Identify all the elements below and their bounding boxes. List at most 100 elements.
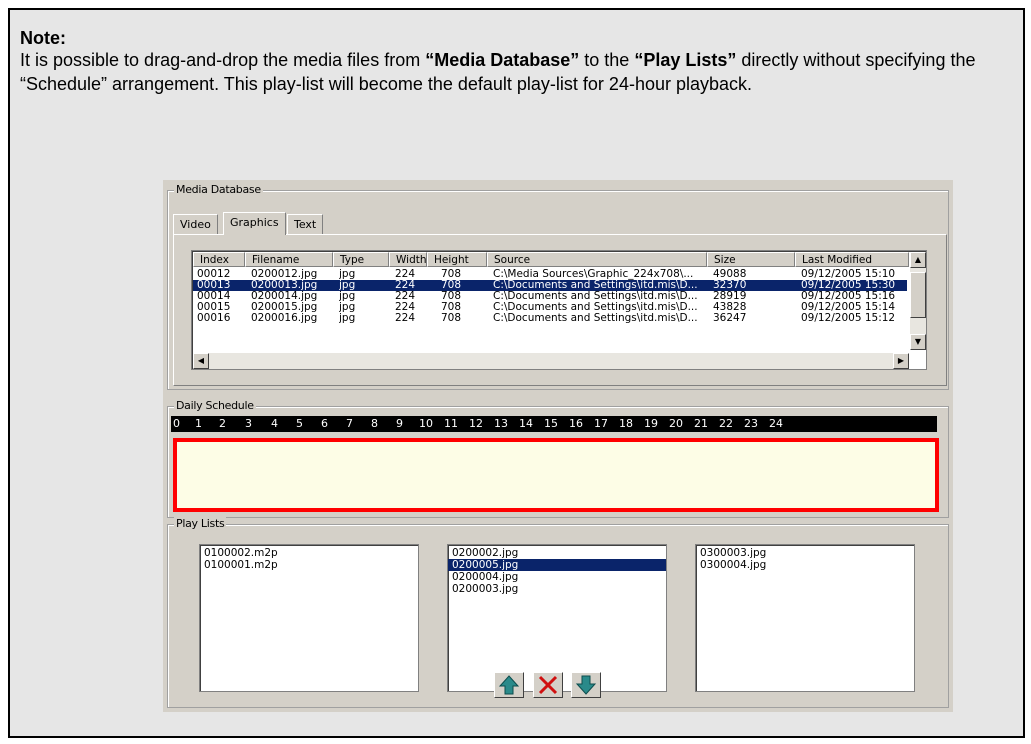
note-text-prefix: It is possible to drag-and-drop the medi… [20, 50, 426, 70]
cell-width: 224 [395, 302, 416, 313]
cell-size: 49088 [713, 269, 747, 280]
cell-source: C:\Documents and Settings\itd.mis\D... [493, 280, 698, 291]
cell-index: 00012 [197, 269, 231, 280]
play-lists-label: Play Lists [174, 517, 227, 530]
cell-filename: 0200014.jpg [251, 291, 318, 302]
play-list-graphics[interactable]: 0200002.jpg 0200005.jpg 0200004.jpg 0200… [447, 544, 667, 692]
cell-height: 708 [441, 313, 462, 324]
list-item[interactable]: 0200002.jpg [448, 547, 666, 559]
column-header-source[interactable]: Source [487, 252, 707, 267]
cell-size: 36247 [713, 313, 747, 324]
hour-label: 9 [396, 417, 403, 430]
hour-label: 8 [371, 417, 378, 430]
daily-schedule-label: Daily Schedule [174, 399, 256, 412]
column-header-width[interactable]: Width [389, 252, 427, 267]
list-item[interactable]: 0100002.m2p [200, 547, 418, 559]
delete-button[interactable] [533, 672, 563, 698]
hour-label: 21 [694, 417, 708, 430]
table-row[interactable]: 00015 0200015.jpg jpg 224 708 C:\Documen… [193, 302, 907, 313]
hour-label: 23 [744, 417, 758, 430]
cell-width: 224 [395, 269, 416, 280]
move-down-button[interactable] [571, 672, 601, 698]
scroll-thumb[interactable] [910, 272, 926, 318]
schedule-drop-area[interactable] [173, 438, 939, 512]
delete-x-icon [538, 675, 558, 695]
note-text-mid: to the [579, 50, 635, 70]
table-row[interactable]: 00014 0200014.jpg jpg 224 708 C:\Documen… [193, 291, 907, 302]
cell-last-modified: 09/12/2005 15:10 [801, 269, 896, 280]
list-header: Index Filename Type Width Height Source … [193, 252, 926, 268]
cell-type: jpg [339, 280, 356, 291]
list-item[interactable]: 0200003.jpg [448, 583, 666, 595]
hour-label: 22 [719, 417, 733, 430]
list-item[interactable]: 0300003.jpg [696, 547, 914, 559]
cell-source: C:\Media Sources\Graphic_224x708\... [493, 269, 694, 280]
hour-label: 0 [173, 417, 180, 430]
note-media-database: “Media Database” [425, 50, 580, 70]
horizontal-scrollbar[interactable]: ◀ ▶ [193, 353, 909, 369]
cell-type: jpg [339, 291, 356, 302]
column-header-last-modified[interactable]: Last Modified [795, 252, 909, 267]
play-list-text[interactable]: 0300003.jpg 0300004.jpg [695, 544, 915, 692]
vertical-scrollbar[interactable]: ▲ ▼ [910, 252, 926, 350]
scroll-right-arrow-icon[interactable]: ▶ [893, 353, 909, 369]
column-header-type[interactable]: Type [333, 252, 389, 267]
cell-last-modified: 09/12/2005 15:16 [801, 291, 896, 302]
list-item[interactable]: 0100001.m2p [200, 559, 418, 571]
hour-label: 11 [444, 417, 458, 430]
cell-height: 708 [441, 269, 462, 280]
hour-label: 3 [245, 417, 252, 430]
cell-source: C:\Documents and Settings\itd.mis\D... [493, 291, 698, 302]
arrow-up-icon [498, 675, 520, 695]
hour-label: 6 [321, 417, 328, 430]
cell-width: 224 [395, 291, 416, 302]
column-header-index[interactable]: Index [193, 252, 245, 267]
hour-label: 20 [669, 417, 683, 430]
scroll-down-arrow-icon[interactable]: ▼ [910, 334, 926, 350]
table-row[interactable]: 00012 0200012.jpg jpg 224 708 C:\Media S… [193, 269, 907, 280]
cell-last-modified: 09/12/2005 15:30 [801, 280, 896, 291]
cell-last-modified: 09/12/2005 15:12 [801, 313, 896, 324]
hour-label: 5 [296, 417, 303, 430]
media-database-label: Media Database [174, 183, 263, 196]
tab-graphics[interactable]: Graphics [223, 212, 286, 235]
list-item[interactable]: 0300004.jpg [696, 559, 914, 571]
cell-index: 00015 [197, 302, 231, 313]
note-play-lists: “Play Lists” [634, 50, 737, 70]
hour-label: 19 [644, 417, 658, 430]
hour-label: 17 [594, 417, 608, 430]
hour-label: 24 [769, 417, 783, 430]
move-up-button[interactable] [494, 672, 524, 698]
scroll-left-arrow-icon[interactable]: ◀ [193, 353, 209, 369]
cell-last-modified: 09/12/2005 15:14 [801, 302, 896, 313]
cell-height: 708 [441, 302, 462, 313]
hour-label: 2 [219, 417, 226, 430]
cell-source: C:\Documents and Settings\itd.mis\D... [493, 313, 698, 324]
cell-filename: 0200016.jpg [251, 313, 318, 324]
scroll-up-arrow-icon[interactable]: ▲ [910, 252, 926, 268]
hour-ruler: 0 1 2 3 4 5 6 7 8 9 10 11 12 13 14 15 16… [171, 416, 937, 432]
note-title: Note: [20, 28, 66, 48]
column-header-size[interactable]: Size [707, 252, 795, 267]
cell-height: 708 [441, 280, 462, 291]
hour-label: 12 [469, 417, 483, 430]
media-file-list[interactable]: Index Filename Type Width Height Source … [191, 250, 927, 370]
table-row-selected[interactable]: 00013 0200013.jpg jpg 224 708 C:\Documen… [193, 280, 907, 291]
tab-text[interactable]: Text [287, 214, 324, 235]
column-header-filename[interactable]: Filename [245, 252, 333, 267]
table-row[interactable]: 00016 0200016.jpg jpg 224 708 C:\Documen… [193, 313, 907, 324]
hour-label: 1 [195, 417, 202, 430]
cell-index: 00013 [197, 280, 231, 291]
tab-video[interactable]: Video [173, 214, 218, 235]
cell-size: 43828 [713, 302, 747, 313]
hour-label: 15 [544, 417, 558, 430]
column-header-height[interactable]: Height [427, 252, 487, 267]
hour-label: 16 [569, 417, 583, 430]
hour-label: 18 [619, 417, 633, 430]
list-item-selected[interactable]: 0200005.jpg [448, 559, 666, 571]
cell-filename: 0200012.jpg [251, 269, 318, 280]
list-item[interactable]: 0200004.jpg [448, 571, 666, 583]
play-list-video[interactable]: 0100002.m2p 0100001.m2p [199, 544, 419, 692]
cell-height: 708 [441, 291, 462, 302]
cell-filename: 0200013.jpg [251, 280, 318, 291]
